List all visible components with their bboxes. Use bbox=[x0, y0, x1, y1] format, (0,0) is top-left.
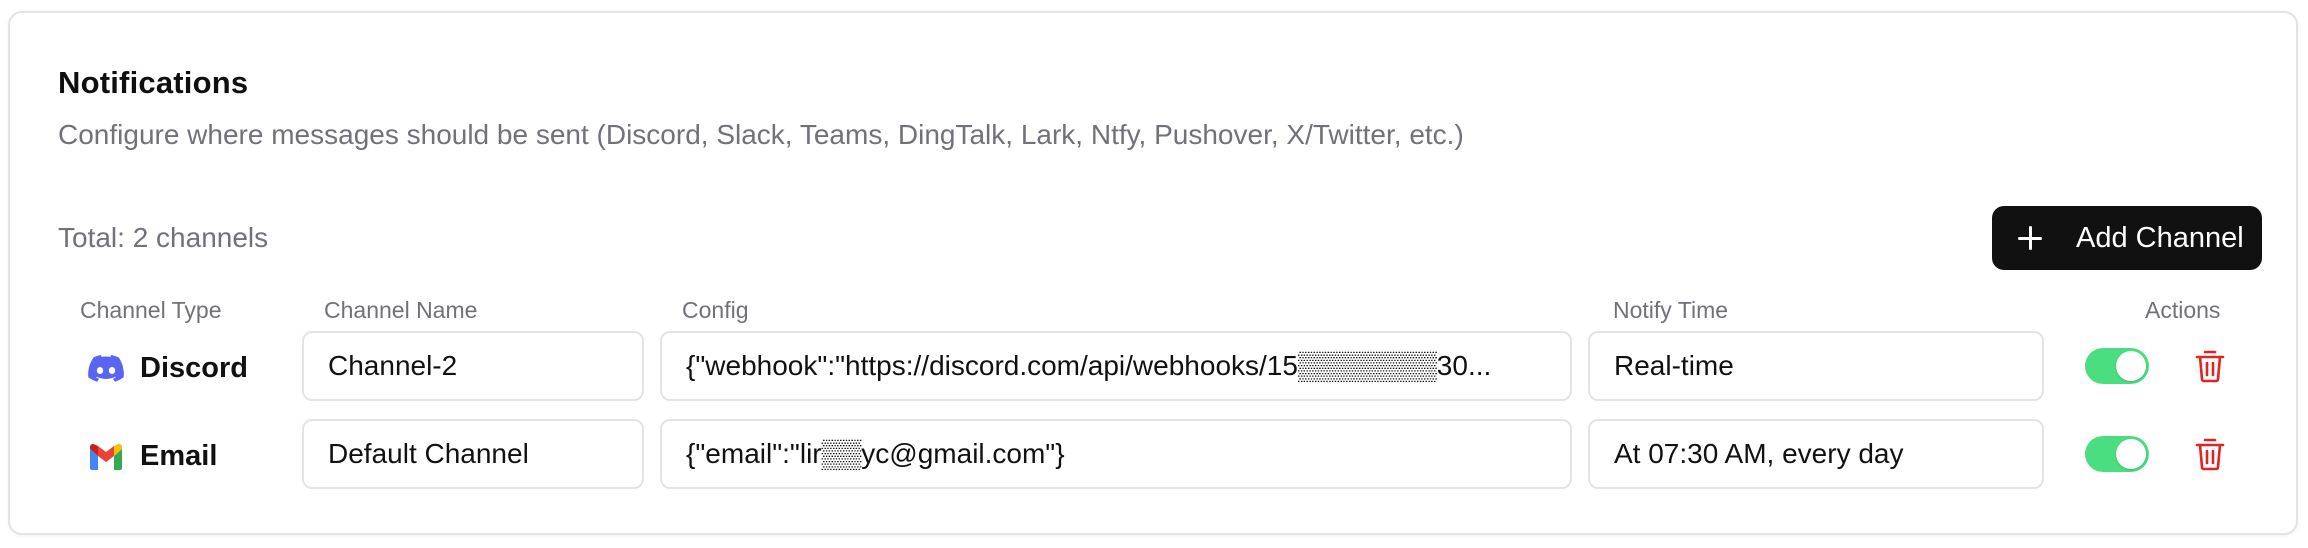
plus-icon bbox=[2016, 224, 2044, 252]
channel-name-value: Default Channel bbox=[328, 438, 529, 469]
table-row-type-email: Email bbox=[88, 440, 217, 473]
channel-type-label: Email bbox=[140, 440, 218, 472]
section-title: Notifications bbox=[58, 65, 249, 100]
notify-time-value: At 07:30 AM, every day bbox=[1614, 438, 1904, 469]
config-value: {"webhook":"https://discord.com/api/webh… bbox=[686, 350, 1492, 381]
gmail-icon bbox=[90, 443, 122, 470]
channel-name-value: Channel-2 bbox=[328, 350, 458, 381]
config-value: {"email":"lir▒▒yc@gmail.com"} bbox=[686, 438, 1065, 469]
delete-trash-icon[interactable] bbox=[2194, 437, 2226, 471]
channel-name-input[interactable]: Channel-2 bbox=[302, 331, 644, 401]
channel-type-label: Discord bbox=[140, 352, 248, 384]
toggle-knob bbox=[2116, 351, 2146, 381]
channel-name-input[interactable]: Default Channel bbox=[302, 419, 644, 489]
config-input[interactable]: {"webhook":"https://discord.com/api/webh… bbox=[660, 331, 1572, 401]
enable-toggle[interactable] bbox=[2085, 436, 2149, 472]
notify-time-select[interactable]: At 07:30 AM, every day bbox=[1588, 419, 2044, 489]
notify-time-value: Real-time bbox=[1614, 350, 1734, 381]
total-channels-label: Total: 2 channels bbox=[58, 222, 269, 253]
column-header-config: Config bbox=[682, 297, 749, 323]
add-channel-button[interactable]: Add Channel bbox=[1992, 206, 2262, 270]
column-header-notify-time: Notify Time bbox=[1613, 297, 1729, 323]
section-description: Configure where messages should be sent … bbox=[58, 119, 1464, 150]
enable-toggle[interactable] bbox=[2085, 348, 2149, 384]
add-channel-label: Add Channel bbox=[2076, 221, 2244, 254]
notifications-card: Notifications Configure where messages s… bbox=[8, 11, 2298, 535]
delete-trash-icon[interactable] bbox=[2194, 349, 2226, 383]
config-input[interactable]: {"email":"lir▒▒yc@gmail.com"} bbox=[660, 419, 1572, 489]
column-header-channel-name: Channel Name bbox=[324, 297, 478, 323]
column-header-channel-type: Channel Type bbox=[80, 297, 222, 323]
notify-time-select[interactable]: Real-time bbox=[1588, 331, 2044, 401]
table-row-type-discord: Discord bbox=[88, 352, 248, 385]
column-header-actions: Actions bbox=[2145, 297, 2221, 323]
discord-icon bbox=[88, 354, 124, 382]
toggle-knob bbox=[2116, 439, 2146, 469]
